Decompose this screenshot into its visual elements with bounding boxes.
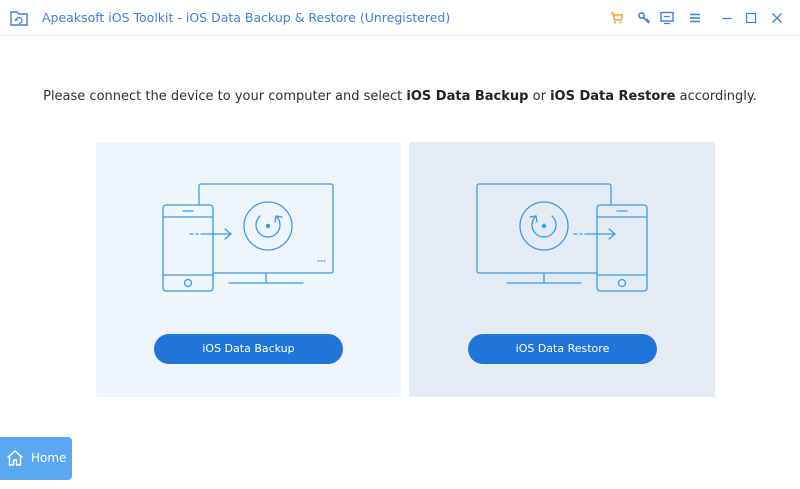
- instruction-backup-emphasis: iOS Data Backup: [406, 89, 529, 104]
- home-button[interactable]: Home: [0, 437, 72, 480]
- title-bar: Apeaksoft iOS Toolkit - iOS Data Backup …: [0, 0, 800, 36]
- computer-to-phone-restore-icon: [476, 183, 648, 292]
- ios-data-backup-button[interactable]: iOS Data Backup: [154, 334, 343, 364]
- instruction-middle: or: [528, 89, 551, 104]
- instruction-suffix: accordingly.: [675, 89, 757, 104]
- home-icon: [7, 450, 23, 466]
- phone-to-computer-sync-icon: [162, 183, 334, 292]
- window-title: Apeaksoft iOS Toolkit - iOS Data Backup …: [42, 10, 451, 25]
- ios-data-restore-button[interactable]: iOS Data Restore: [468, 334, 657, 364]
- instruction-prefix: Please connect the device to your comput…: [43, 89, 407, 104]
- backup-card[interactable]: iOS Data Backup: [96, 142, 401, 397]
- restore-card[interactable]: iOS Data Restore: [409, 142, 715, 397]
- close-icon[interactable]: [770, 11, 784, 25]
- instruction-text: Please connect the device to your comput…: [0, 89, 800, 104]
- minimize-icon[interactable]: [720, 11, 734, 25]
- menu-icon[interactable]: [688, 11, 702, 25]
- feedback-icon[interactable]: [660, 11, 674, 25]
- app-folder-icon: [10, 11, 28, 26]
- key-icon[interactable]: [637, 11, 651, 25]
- maximize-icon[interactable]: [744, 11, 758, 25]
- home-label: Home: [31, 451, 67, 465]
- cart-icon[interactable]: [610, 11, 624, 25]
- instruction-restore-emphasis: iOS Data Restore: [550, 89, 676, 104]
